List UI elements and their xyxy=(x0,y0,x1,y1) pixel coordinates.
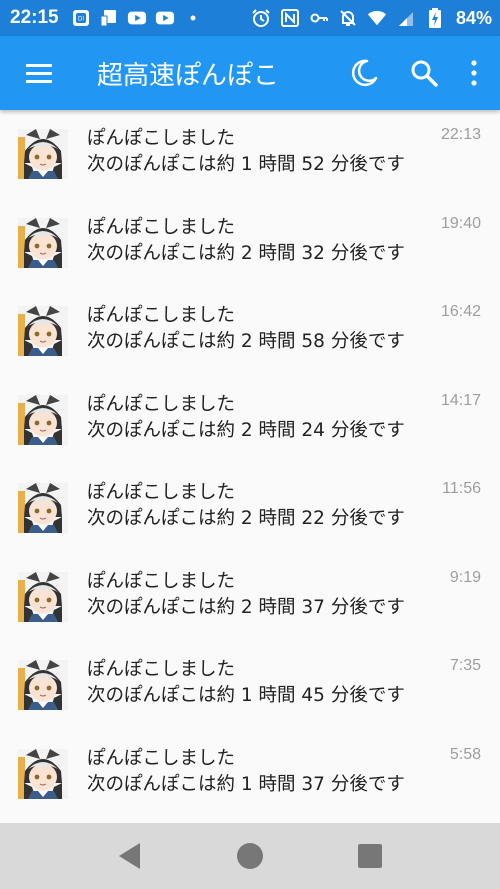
character-avatar xyxy=(18,483,68,533)
notification-item[interactable]: ぽんぽこしました 次のぽんぽこは約 1 時間 37 分後です 5:58 xyxy=(0,730,500,819)
search-icon xyxy=(411,60,438,87)
home-button[interactable] xyxy=(220,826,280,886)
more-vert-icon xyxy=(471,60,477,86)
app-title: 超高速ぽんぽこ xyxy=(97,60,280,91)
notification-time: 11:56 xyxy=(442,480,481,497)
notification-time: 5:58 xyxy=(449,745,481,763)
muted-bell-icon xyxy=(338,8,358,28)
menu-button[interactable] xyxy=(11,45,67,101)
app-actions xyxy=(334,45,494,101)
notification-time: 7:35 xyxy=(449,657,481,674)
character-avatar xyxy=(18,748,68,799)
app-bar: 超高速ぽんぽこ xyxy=(0,36,500,110)
notification-time: 19:40 xyxy=(440,214,481,232)
notification-item[interactable]: ぽんぽこしました 次のぽんぽこは約 2 時間 58 分後です 16:42 xyxy=(0,287,500,376)
cast-notification-icon xyxy=(99,8,119,28)
notification-body: 次のぽんぽこは約 1 時間 52 分後です xyxy=(87,154,405,175)
more-options-button[interactable] xyxy=(454,45,494,101)
youtube-notification-icon xyxy=(155,8,175,28)
search-button[interactable] xyxy=(394,45,454,101)
battery-charging-icon xyxy=(425,8,445,28)
notification-item[interactable]: ぽんぽこしました 次のぽんぽこは約 1 時間 45 分後です 7:35 xyxy=(0,641,500,730)
notification-body: 次のぽんぽこは約 2 時間 37 分後です xyxy=(87,596,405,618)
notification-title: ぽんぽこしました xyxy=(87,570,236,592)
notification-title: ぽんぽこしました xyxy=(87,128,236,149)
character-avatar xyxy=(18,394,68,445)
youtube-notification-icon xyxy=(127,8,147,28)
svg-text:DI: DI xyxy=(78,17,84,23)
back-icon xyxy=(119,843,140,869)
status-time: 22:15 xyxy=(10,7,59,28)
notification-item[interactable]: ぽんぽこしました 次のぽんぽこは約 2 時間 32 分後です 19:40 xyxy=(0,199,500,288)
character-avatar xyxy=(18,217,68,268)
notification-body: 次のぽんぽこは約 1 時間 45 分後です xyxy=(87,685,405,706)
character-avatar xyxy=(18,306,68,356)
alarm-icon xyxy=(251,8,271,28)
notification-item[interactable]: ぽんぽこしました 次のぽんぽこは約 2 時間 37 分後です 9:19 xyxy=(0,553,500,642)
notification-body: 次のぽんぽこは約 2 時間 22 分後です xyxy=(87,508,405,529)
character-avatar xyxy=(18,571,68,622)
status-icons-right: 84% xyxy=(251,8,492,29)
notification-title: ぽんぽこしました xyxy=(87,393,236,415)
notification-body: 次のぽんぽこは約 2 時間 58 分後です xyxy=(87,331,405,352)
dot-icon xyxy=(183,8,203,28)
notification-body: 次のぽんぽこは約 2 時間 24 分後です xyxy=(87,419,405,441)
vpn-key-icon xyxy=(309,8,329,28)
character-avatar xyxy=(18,129,68,179)
notification-title: ぽんぽこしました xyxy=(87,659,236,680)
notification-time: 22:13 xyxy=(440,126,481,143)
status-bar: 22:15 DI 84% xyxy=(0,0,500,36)
notification-list[interactable]: ぽんぽこしました 次のぽんぽこは約 1 時間 52 分後です 22:13 ぽんぽ… xyxy=(0,110,500,823)
moon-icon xyxy=(351,59,378,87)
navigation-bar xyxy=(0,823,500,889)
wifi-icon xyxy=(367,8,387,28)
nfc-icon xyxy=(280,8,300,28)
notification-time: 9:19 xyxy=(449,568,481,586)
notification-item[interactable]: ぽんぽこしました 次のぽんぽこは約 2 時間 22 分後です 11:56 xyxy=(0,464,500,553)
back-button[interactable] xyxy=(100,826,160,886)
photo-notification-icon: DI xyxy=(71,8,91,28)
notification-time: 16:42 xyxy=(440,303,481,320)
notification-title: ぽんぽこしました xyxy=(87,747,236,769)
recents-button[interactable] xyxy=(340,826,400,886)
home-icon xyxy=(237,843,263,869)
notification-item[interactable]: ぽんぽこしました 次のぽんぽこは約 1 時間 52 分後です 22:13 xyxy=(0,110,500,199)
signal-icon xyxy=(396,8,416,28)
night-mode-button[interactable] xyxy=(334,45,394,101)
menu-icon xyxy=(26,64,52,83)
notification-item[interactable]: ぽんぽこしました 次のぽんぽこは約 2 時間 24 分後です 14:17 xyxy=(0,376,500,465)
recents-icon xyxy=(358,844,382,868)
notification-title: ぽんぽこしました xyxy=(87,305,236,326)
status-icons-left: DI xyxy=(71,8,203,28)
notification-body: 次のぽんぽこは約 2 時間 32 分後です xyxy=(87,242,405,264)
battery-percent: 84% xyxy=(455,7,492,28)
notification-time: 14:17 xyxy=(440,391,481,409)
character-avatar xyxy=(18,660,68,710)
notification-title: ぽんぽこしました xyxy=(87,216,236,238)
notification-title: ぽんぽこしました xyxy=(87,482,236,503)
notification-body: 次のぽんぽこは約 1 時間 37 分後です xyxy=(87,773,405,795)
